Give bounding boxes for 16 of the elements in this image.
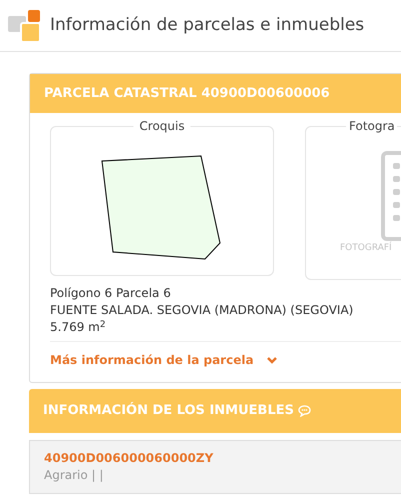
photo-label: Fotogra <box>346 118 397 134</box>
parcel-info-line: 5.769 m$^{2}$ <box>50 319 107 336</box>
property-row[interactable]: 40900D006000060000ZY Agrario | | <box>29 440 401 494</box>
property-reference: 40900D006000060000ZY <box>44 450 214 467</box>
property-use: Agrario | | <box>44 467 104 483</box>
chevron-icon <box>266 356 278 364</box>
logo-icon <box>8 10 40 42</box>
speech-bubble-icon <box>298 405 311 417</box>
card-title: PARCELA CATASTRAL 40900D00600006 <box>44 84 330 103</box>
more-info-link[interactable]: Más información de la parcela <box>50 351 278 369</box>
photo-placeholder-text: FOTOGRAFÍ <box>340 242 392 255</box>
parcel-info-line: FUENTE SALADA. SEGOVIA (MADRONA) (SEGOVIA) <box>50 302 354 319</box>
parcel-info-line: Polígono 6 Parcela 6 <box>50 285 172 302</box>
page-title: Información de parcelas e inmuebles <box>50 14 364 37</box>
sketch-label: Croquis <box>133 118 191 134</box>
card-title: INFORMACIÓN DE LOS INMUEBLES <box>43 401 294 420</box>
